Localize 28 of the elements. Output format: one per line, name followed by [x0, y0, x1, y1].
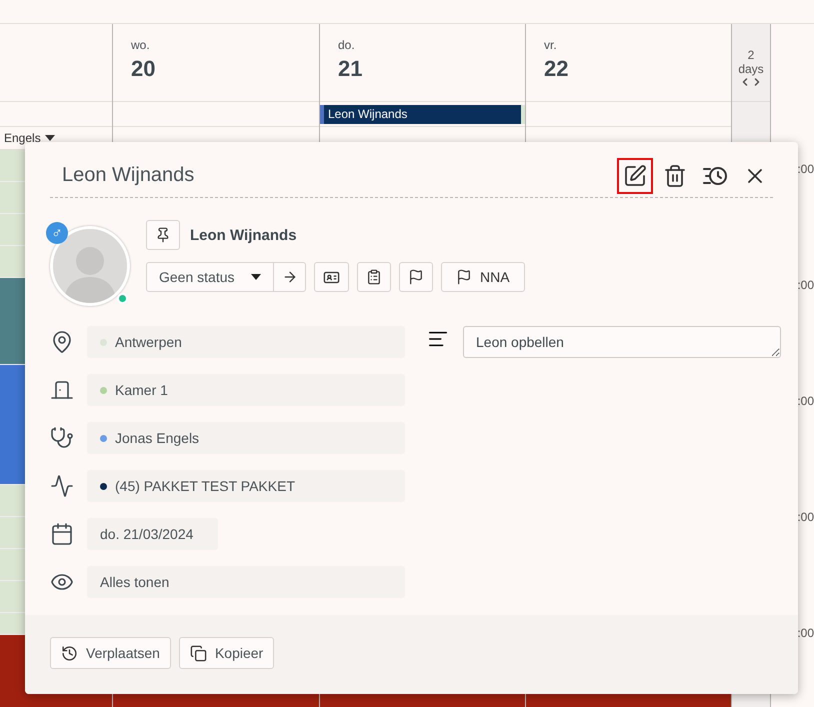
- day-number: 20: [131, 56, 156, 82]
- calendar-event[interactable]: Leon Wijnands: [320, 105, 525, 124]
- day-number: 22: [544, 56, 570, 82]
- gender-badge: ♂: [46, 222, 68, 244]
- day-number: 21: [338, 56, 364, 82]
- info-field[interactable]: Kamer 1: [87, 374, 405, 406]
- time-label: :00: [797, 162, 814, 176]
- weekday-label: wo.: [131, 38, 151, 52]
- info-field[interactable]: Alles tonen: [87, 566, 405, 598]
- time-label: :00: [797, 626, 814, 640]
- time-label: :00: [797, 510, 814, 524]
- copy-button[interactable]: Kopieer: [178, 637, 274, 669]
- weekday-label: vr.: [544, 38, 558, 52]
- resource-label[interactable]: Engels: [4, 131, 41, 145]
- time-label: :00: [797, 278, 814, 292]
- weekday-label: do.: [338, 38, 356, 52]
- time-label: :00: [797, 394, 814, 408]
- info-field[interactable]: Jonas Engels: [87, 422, 405, 454]
- range-count: 2: [748, 48, 754, 62]
- patient-name: Leon Wijnands: [190, 226, 297, 244]
- note-field[interactable]: Leon opbellen: [463, 326, 781, 358]
- popup-title: Leon Wijnands: [61, 164, 196, 187]
- move-button[interactable]: Verplaatsen: [50, 637, 171, 669]
- info-field[interactable]: (45) PAKKET TEST PAKKET: [87, 470, 405, 502]
- info-field[interactable]: Antwerpen: [87, 326, 405, 358]
- flag-tag-button[interactable]: NNA: [441, 262, 525, 292]
- info-field[interactable]: do. 21/03/2024: [87, 518, 218, 550]
- range-unit: days: [738, 62, 764, 76]
